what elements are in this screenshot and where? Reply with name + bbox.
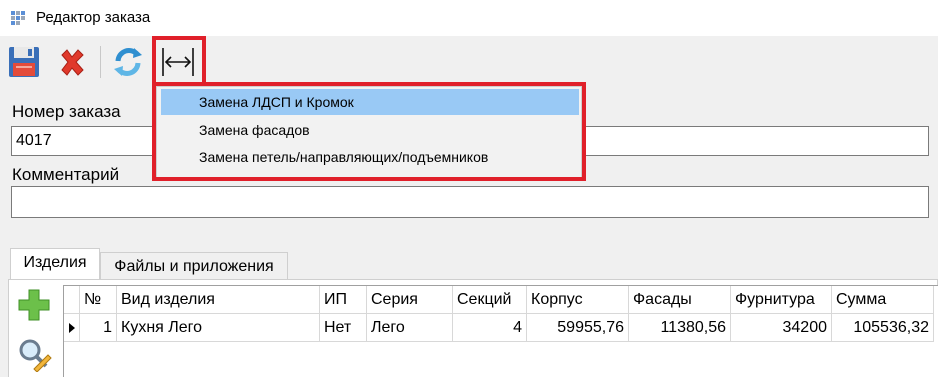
search-edit-icon[interactable] [16,336,52,372]
tab-files[interactable]: Файлы и приложения [100,252,288,280]
window-title: Редактор заказа [36,9,151,26]
row-pointer-icon [69,323,75,333]
red-x-icon[interactable] [54,44,90,80]
table-cell-fittings[interactable]: 34200 [731,314,832,342]
table-cell-body[interactable]: 59955,76 [527,314,629,342]
toolbar-separator [100,46,101,78]
column-header-product-type[interactable]: Вид изделия [117,286,320,314]
current-row-indicator[interactable] [64,314,80,342]
table-cell-series[interactable]: Лего [367,314,453,342]
column-header-series[interactable]: Серия [367,286,453,314]
table-cell-sections[interactable]: 4 [453,314,527,342]
add-plus-icon[interactable] [16,287,52,323]
button-highlight-frame [152,36,206,88]
comment-label: Комментарий [12,165,120,184]
column-header-body[interactable]: Корпус [527,286,629,314]
title-bar: Редактор заказа [0,0,938,36]
table-cell-product-type[interactable]: Кухня Лего [117,314,320,342]
refresh-arrows-icon[interactable] [110,44,146,80]
menu-highlight-frame [152,82,586,181]
column-header-fittings[interactable]: Фурнитура [731,286,832,314]
column-header-sections[interactable]: Секций [453,286,527,314]
products-grid: № Вид изделия ИП Серия Секций Корпус Фас… [63,285,938,377]
tab-products[interactable]: Изделия [10,248,100,280]
floppy-disk-icon[interactable] [6,44,42,80]
table-cell-sum[interactable]: 105536,32 [832,314,934,342]
column-header-facades[interactable]: Фасады [629,286,731,314]
column-header-number[interactable]: № [80,286,117,314]
table-cell-facades[interactable]: 11380,56 [629,314,731,342]
table-cell-ip[interactable]: Нет [320,314,367,342]
column-header-ip[interactable]: ИП [320,286,367,314]
comment-field[interactable] [11,186,929,218]
grid-app-icon [11,11,25,25]
column-header-sum[interactable]: Сумма [832,286,934,314]
row-header-corner [64,286,80,314]
table-cell-number[interactable]: 1 [80,314,117,342]
order-number-label: Номер заказа [12,102,121,121]
toolbar [0,36,938,86]
